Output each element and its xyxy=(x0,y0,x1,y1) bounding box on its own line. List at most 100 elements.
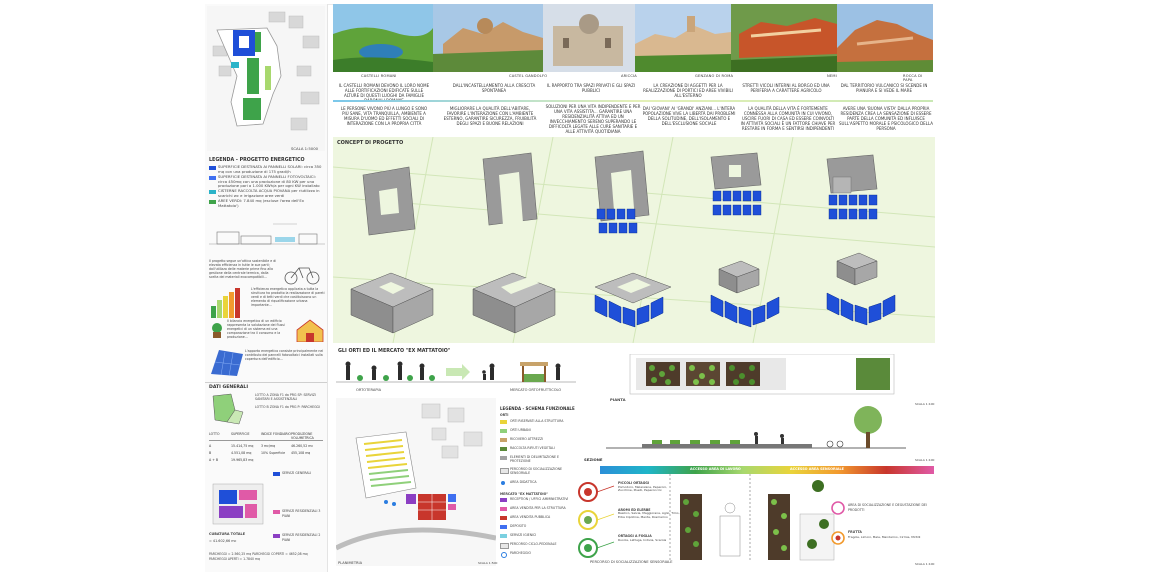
table-cell: 455,108 mq xyxy=(291,451,311,455)
photo-caption: CASTELLI ROMANI xyxy=(361,74,397,78)
ortoterapia-label: ORTOTERAPIA xyxy=(356,388,382,392)
table-cell: 19.965,83 mq xyxy=(231,458,254,462)
photo-desc: La creazione di aggetti per la realizzaz… xyxy=(643,83,733,98)
principle-text: Avere una 'buona vista' dalla propria re… xyxy=(839,106,933,131)
principle-text: Dai 'giovani' ai 'grandi' anziani... l'i… xyxy=(642,106,736,126)
table-cell: B xyxy=(209,451,212,455)
legend-item: RECEPTION / UFFICI AMMINISTRATIVI xyxy=(510,497,569,502)
legend-swatch xyxy=(500,525,507,530)
legend-swatch xyxy=(500,467,509,474)
solar-panel-photo xyxy=(211,350,243,376)
table-row: A 15.414,75 mq 3 mc/mq 46.260,52 mc xyxy=(209,444,323,448)
pianta-label: PIANTA xyxy=(610,397,626,402)
legend-item: PARCHEGGIO xyxy=(510,551,531,556)
energy-section-sketch xyxy=(209,223,325,245)
plant-pot-icon xyxy=(212,323,222,338)
cubatura-label: CUBATURA TOTALE xyxy=(209,532,246,536)
access-work-label: ACCESSO AREA DI LAVORO xyxy=(690,467,741,471)
photo-caption: ROCCA DI PAPA xyxy=(903,74,923,82)
energy-text-1: Il progetto segue un'ottica sostenibile … xyxy=(209,259,277,279)
callout-right-text: Fragole, Limoni, Mele, Mandarino, Cirmie… xyxy=(848,535,921,539)
principle-text: Soluzioni per una vita indipendente e pe… xyxy=(545,104,641,134)
callout-list-left: PICCOLI ORTAGGI Pomodoro, Melanzane, Pep… xyxy=(618,481,680,543)
access-gradient-bar xyxy=(600,466,934,474)
legend-swatch xyxy=(500,437,507,442)
legend-item: ELEMENTI DI DELIMITAZIONE E PROTEZIONE xyxy=(510,454,560,464)
servizi-swatch-3piani xyxy=(273,510,280,514)
legend-swatch-green xyxy=(209,200,216,204)
principle-text: La qualità della vita è fortemente conne… xyxy=(740,106,836,131)
legend-swatch-water xyxy=(209,190,216,194)
callout-text: Pomodoro, Melanzane, Peperoni, Zucchine,… xyxy=(618,484,668,493)
photo-caption: GENZANO DI ROMA xyxy=(695,74,734,78)
legend-item: ORTI URBANI xyxy=(510,427,531,432)
servizi-generali-label: SERVIZI GENERALI xyxy=(282,471,312,475)
legend-swatch xyxy=(500,455,507,460)
orti-title: GLI ORTI ED IL MERCATO "EX MATTATOIO" xyxy=(338,349,451,354)
servizi-3piani-label: SERVIZI RESIDENZIALI 3 PIANI xyxy=(282,509,321,518)
principle-text: Le persone vivono più a lungo e sono più… xyxy=(340,106,428,126)
table-cell: 4.551,08 mq xyxy=(231,451,252,455)
legend-item: PERCORSO DI SOCIALIZZAZIONE SENSORIALE xyxy=(510,466,563,476)
photo-castelli-romani xyxy=(333,4,433,72)
energy-bars-chart xyxy=(211,288,240,318)
lotto-b-label: LOTTO B ZONA F1 da PRG P: PARCHEGGI xyxy=(255,405,320,409)
legend-item: SERVIZI IGIENICI xyxy=(510,533,537,538)
bike-illustration xyxy=(284,267,320,285)
photo-ariccia xyxy=(543,4,635,72)
functional-legend-title: LEGENDA - SCHEMA FUNZIONALE xyxy=(500,406,575,411)
parcheggi-summary: PARCHEGGI = 2.560,25 mq PARCHEGGI COPERT… xyxy=(209,552,308,561)
access-sensory-label: ACCESSO AREA SENSORIALE xyxy=(790,467,844,471)
energy-legend-title: LEGENDA - PROGETTO ENERGETICO xyxy=(209,158,305,163)
table-head-cell: LOTTO xyxy=(209,432,220,436)
legend-item: DEPOSITO xyxy=(510,524,527,529)
legend-item: RACCOLTA RIFIUTI VEGETALI xyxy=(510,445,555,450)
legend-green: AREE VERDI: 7.840 mq (escluse l'area del… xyxy=(218,198,304,208)
orti-illustration xyxy=(336,361,576,383)
photo-caption: ARICCIA xyxy=(621,74,637,78)
servizi-axonometric xyxy=(212,483,264,525)
servizi-swatch-generali xyxy=(273,472,280,476)
house-energy-icon xyxy=(296,319,324,342)
servizi-swatch-2piani xyxy=(273,534,280,538)
table-cell: 15.414,75 mq xyxy=(231,444,254,448)
table-head-cell: SUPERFICIE xyxy=(231,432,250,436)
table-cell: A xyxy=(209,444,212,448)
photo-desc: Stretti vicoli interni al borgo ed una p… xyxy=(742,83,830,93)
cubatura-value: = 41.602,66 mc xyxy=(209,539,237,543)
energy-text-4: L'apporto energetico consiste principalm… xyxy=(245,349,324,361)
photo-caption: CASTEL GANDOLFO xyxy=(509,74,548,78)
legend-item: AREA DIDATTICA xyxy=(510,479,537,484)
legend-swatch xyxy=(500,498,507,503)
photo-desc: Dall'incastellamento alla crescita spont… xyxy=(452,83,536,93)
photo-rocca-di-papa xyxy=(837,4,933,72)
table-row: B 4.551,08 mq 10% Superficie 455,108 mq xyxy=(209,451,323,455)
energy-text-3: Il bilancio energetico di un edificio ra… xyxy=(227,319,285,339)
table-head-cell: PRODUZIONE VOLUMETRICA xyxy=(291,432,314,440)
legend-swatch-pv xyxy=(209,176,216,180)
dati-generali-title: DATI GENERALI xyxy=(209,385,249,390)
table-row: A + B 19.965,83 mq xyxy=(209,458,323,462)
photo-caption: NEMI xyxy=(827,74,837,78)
servizi-2piani-label: SERVIZI RESIDENZIALI 2 PIANI xyxy=(282,533,321,542)
photo-genzano xyxy=(635,4,731,72)
legend-swatch xyxy=(500,534,507,539)
legend-solar: SUPERFICIE DESTINATA AI PANNELLI SOLARI:… xyxy=(218,164,322,174)
callout-text: Rucola, Lattuga, Indivia, Scarola xyxy=(618,537,667,542)
table-cell: A + B xyxy=(209,458,219,462)
site-plan-energy xyxy=(207,6,325,151)
energy-text-2: L'efficienza energetica applicata a tutt… xyxy=(251,287,325,307)
lotti-table-header: LOTTO SUPERFICIE INDICE FONDIARIO PRODUZ… xyxy=(209,432,323,441)
pianta-plan xyxy=(629,354,895,395)
table-cell: 3 mc/mq xyxy=(261,444,276,448)
principle-text: Migliorare la qualità dell'abitare, favo… xyxy=(443,106,537,126)
legend-swatch xyxy=(500,428,507,433)
legend-water: CISTERNE RACCOLTA ACQUA PIOVANA per riut… xyxy=(218,188,320,198)
planimetria-map xyxy=(336,398,496,566)
legend-item: ORTI RISERVATI ALLA STRUTTURA xyxy=(510,418,564,423)
lotti-map xyxy=(212,393,244,425)
table-cell: 10% Superficie xyxy=(261,451,286,455)
callout-circles-right xyxy=(831,501,845,545)
lotto-a-label: LOTTO A ZONA F1 da PRG SP: SERVIZI SANIT… xyxy=(255,393,316,401)
legend-item: RICOVERO ATTREZZI xyxy=(510,436,544,441)
